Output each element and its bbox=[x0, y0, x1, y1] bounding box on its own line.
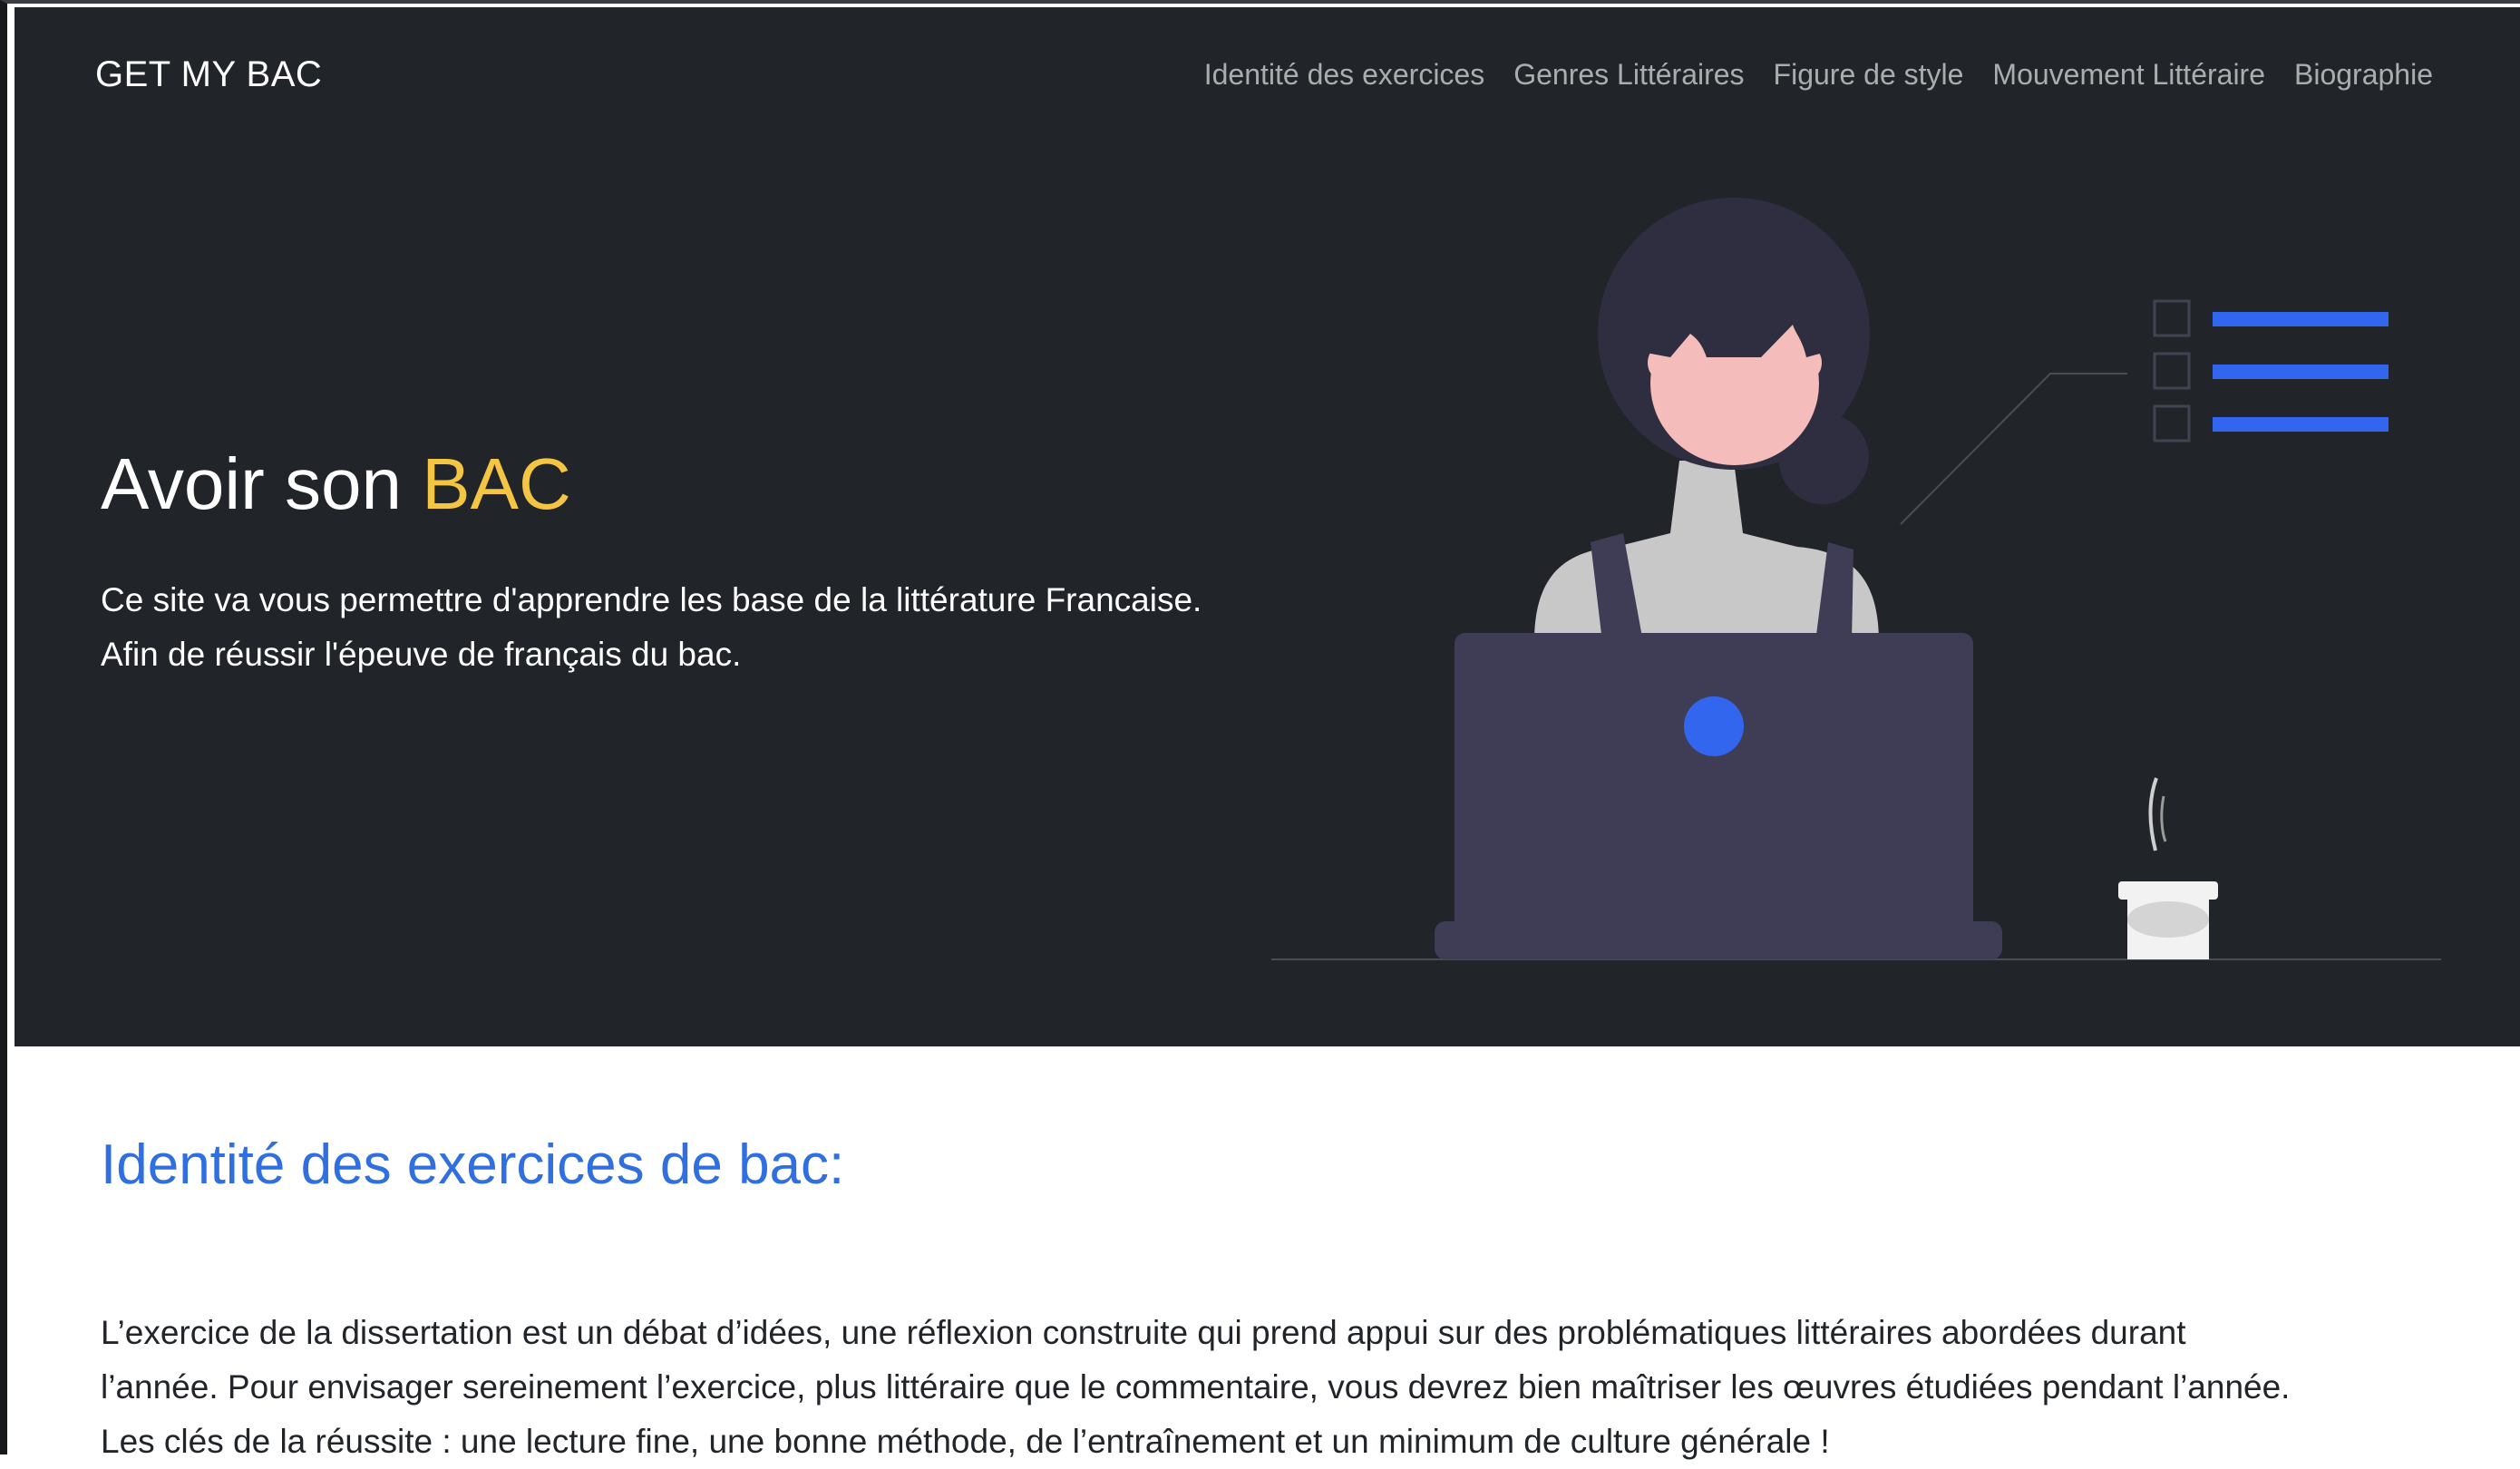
hero-section: GET MY BAC Identité des exercices Genres… bbox=[15, 7, 2520, 1046]
neck bbox=[1670, 461, 1743, 533]
nav-link-figure-de-style[interactable]: Figure de style bbox=[1774, 58, 1964, 92]
hero-lead-line-2: Afin de réussir l'épeuve de français du … bbox=[101, 636, 742, 673]
callout-line bbox=[1900, 373, 2127, 525]
section-paragraph-line-3: Les clés de la réussite : une lecture fi… bbox=[101, 1423, 1830, 1460]
hero-lead-line-1: Ce site va vous permettre d'apprendre le… bbox=[101, 581, 1202, 618]
laptop-base bbox=[1435, 921, 2002, 959]
nav-link-genres-litteraires[interactable]: Genres Littéraires bbox=[1513, 58, 1744, 92]
nav-link-identite-exercices[interactable]: Identité des exercices bbox=[1204, 58, 1485, 92]
checklist-icon bbox=[2153, 299, 2389, 443]
laptop-logo bbox=[1684, 696, 1744, 756]
page-frame: GET MY BAC Identité des exercices Genres… bbox=[0, 0, 2520, 1460]
section-title: Identité des exercices de bac: bbox=[101, 1133, 845, 1196]
hero-title: Avoir son BAC bbox=[101, 443, 571, 526]
hero-lead: Ce site va vous permettre d'apprendre le… bbox=[101, 573, 1352, 682]
laptop-screen bbox=[1455, 633, 1973, 959]
brand-link[interactable]: GET MY BAC bbox=[95, 54, 322, 95]
hero-title-prefix: Avoir son bbox=[101, 443, 403, 524]
nav-link-biographie[interactable]: Biographie bbox=[2294, 58, 2433, 92]
section-paragraph-line-1: L’exercice de la dissertation est un déb… bbox=[101, 1314, 2186, 1351]
section-paragraph-line-2: l’année. Pour envisager sereinement l’ex… bbox=[101, 1368, 2291, 1406]
coffee-cup-icon bbox=[2118, 777, 2218, 959]
woman-at-laptop-illustration bbox=[1271, 198, 2441, 960]
section-paragraph: L’exercice de la dissertation est un déb… bbox=[101, 1306, 2476, 1469]
main-nav: Identité des exercices Genres Littéraire… bbox=[1204, 58, 2433, 92]
nav-link-mouvement-litteraire[interactable]: Mouvement Littéraire bbox=[1992, 58, 2265, 92]
hero-title-accent: BAC bbox=[422, 443, 571, 524]
